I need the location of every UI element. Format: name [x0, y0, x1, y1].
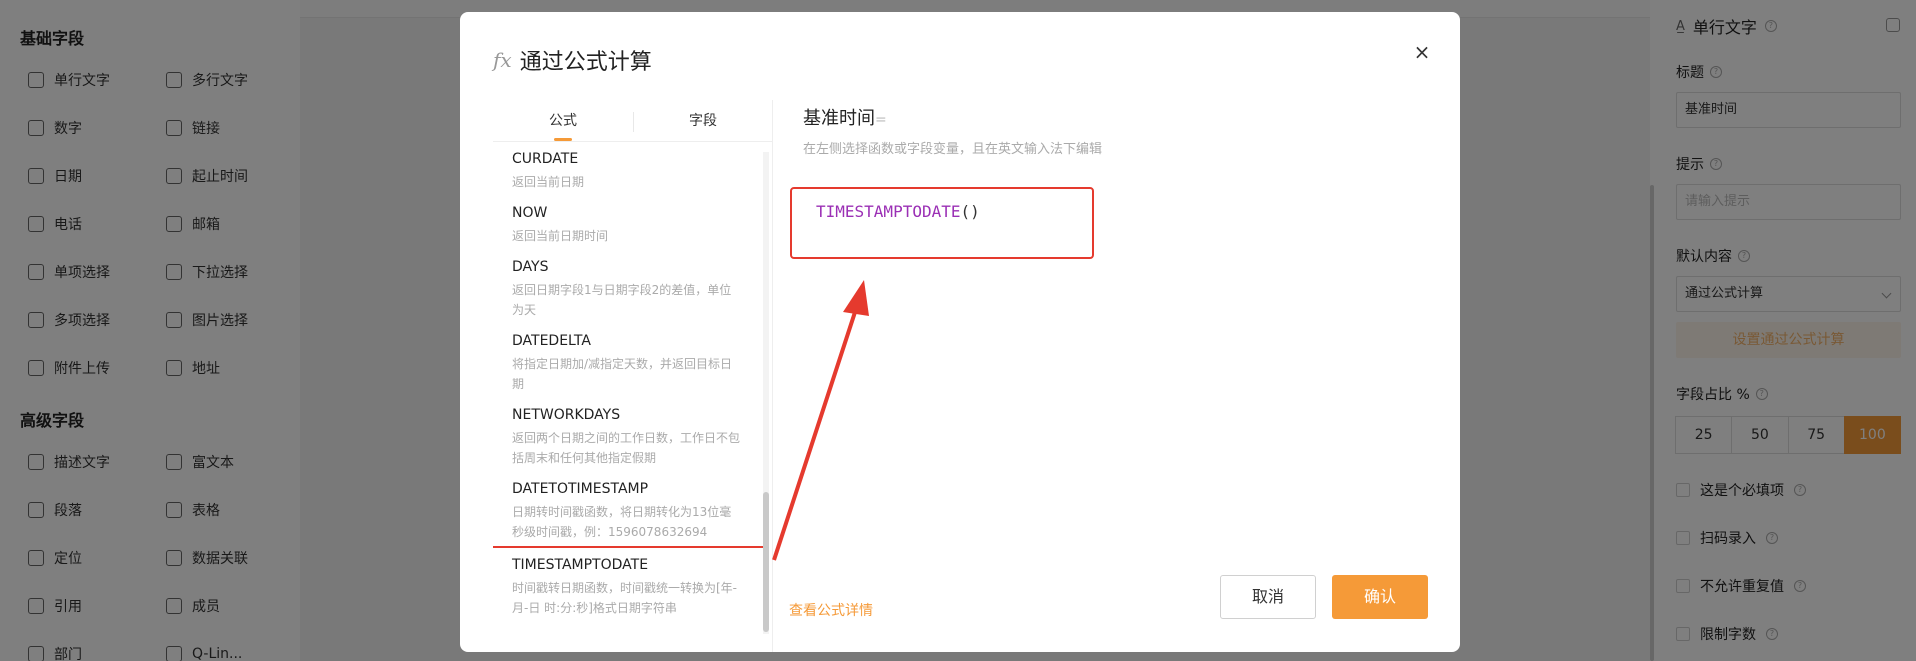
- formula-function-token: TIMESTAMPTODATE: [816, 202, 961, 221]
- function-description: 返回日期字段1与日期字段2的差值，单位为天: [512, 283, 732, 317]
- function-name: DATETOTIMESTAMP: [512, 481, 649, 497]
- equals-sign: =: [875, 112, 887, 128]
- function-item[interactable]: NETWORKDAYS 返回两个日期之间的工作日数，工作日不包括周末和任何其他指定…: [493, 398, 768, 472]
- tab-divider: [633, 112, 634, 132]
- function-item[interactable]: DATETOTIMESTAMP 日期转时间戳函数，将日期转化为13位毫秒级时间戳，…: [493, 472, 768, 546]
- formula-detail-link[interactable]: 查看公式详情: [789, 600, 873, 620]
- confirm-button[interactable]: 确认: [1332, 575, 1428, 619]
- function-icon: fx: [493, 48, 512, 72]
- function-description: 返回两个日期之间的工作日数，工作日不包括周末和任何其他指定假期: [512, 431, 741, 465]
- sidebar-tabs: 公式 字段: [493, 100, 773, 142]
- scrollbar-thumb[interactable]: [763, 492, 769, 632]
- formula-dialog: fx 通过公式计算 × 公式 字段 CURDATE 返回当前日期 NOW 返回当前日期…: [460, 12, 1460, 652]
- function-description: 返回当前日期时间: [512, 229, 609, 243]
- function-item[interactable]: NOW 返回当前日期时间: [493, 196, 768, 250]
- function-description: 将指定日期加/减指定天数，并返回目标日期: [512, 357, 733, 391]
- dialog-title: fx 通过公式计算: [493, 44, 652, 76]
- formula-editor[interactable]: TIMESTAMPTODATE(): [816, 202, 980, 221]
- close-icon[interactable]: ×: [1412, 42, 1432, 62]
- function-item[interactable]: DATEDELTA 将指定日期加/减指定天数，并返回目标日期: [493, 324, 768, 398]
- function-sidebar: 公式 字段 CURDATE 返回当前日期 NOW 返回当前日期时间 DAYS 返回日期字段…: [493, 100, 773, 640]
- function-item-selected[interactable]: TIMESTAMPTODATE 时间戳转日期函数，时间戳统一转换为[年-月-日 时…: [493, 546, 768, 632]
- highlight-box: [790, 187, 1094, 259]
- function-description: 时间戳转日期函数，时间戳统一转换为[年-月-日 时:分:秒]格式日期字符串: [512, 581, 738, 615]
- function-name: DAYS: [512, 259, 549, 275]
- tab-formula[interactable]: 公式: [493, 100, 633, 141]
- field-name: 基准时间: [803, 108, 875, 129]
- dialog-title-text: 通过公式计算: [519, 50, 652, 75]
- function-item[interactable]: CURDATE 返回当前日期: [493, 142, 768, 196]
- formula-field-title: 基准时间=: [803, 104, 1433, 130]
- function-list-scrollbar[interactable]: [763, 152, 769, 634]
- function-name: CURDATE: [512, 151, 579, 167]
- editor-instruction: 在左侧选择函数或字段变量，且在英文输入法下编辑: [803, 142, 1103, 157]
- function-item[interactable]: DAYS 返回日期字段1与日期字段2的差值，单位为天: [493, 250, 768, 324]
- function-name: TIMESTAMPTODATE: [512, 557, 649, 573]
- function-name: NOW: [512, 205, 548, 221]
- function-name: NETWORKDAYS: [512, 407, 621, 423]
- formula-parens: (): [960, 202, 980, 221]
- cancel-button[interactable]: 取消: [1220, 575, 1316, 619]
- function-list: CURDATE 返回当前日期 NOW 返回当前日期时间 DAYS 返回日期字段1与日期字段…: [493, 142, 768, 632]
- function-description: 日期转时间戳函数，将日期转化为13位毫秒级时间戳，例：1596078632694: [512, 505, 732, 539]
- formula-editor-area: 基准时间= 在左侧选择函数或字段变量，且在英文输入法下编辑 TIMESTAMPT…: [790, 104, 1433, 644]
- function-name: DATEDELTA: [512, 333, 591, 349]
- column-divider: [772, 100, 773, 652]
- function-description: 返回当前日期: [512, 175, 585, 189]
- tab-fields[interactable]: 字段: [633, 100, 773, 141]
